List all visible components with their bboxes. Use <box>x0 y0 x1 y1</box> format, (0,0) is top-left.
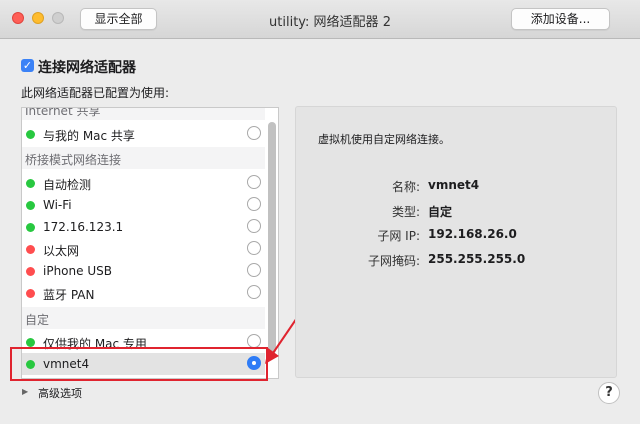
list-item-ip[interactable]: 172.16.123.1 <box>22 216 265 238</box>
disclosure-triangle-icon[interactable]: ▶ <box>22 387 28 396</box>
list-item-label: iPhone USB <box>43 264 112 278</box>
detail-row-subnet-mask: 子网掩码: 255.255.255.0 <box>296 252 618 270</box>
list-item-label: 与我的 Mac 共享 <box>43 129 135 143</box>
radio-button[interactable] <box>247 219 261 233</box>
annotation-highlight-box <box>10 347 268 381</box>
radio-button[interactable] <box>247 175 261 189</box>
radio-button[interactable] <box>247 126 261 140</box>
list-item-iphone-usb[interactable]: iPhone USB <box>22 260 265 282</box>
help-button[interactable]: ? <box>598 382 620 404</box>
radio-button[interactable] <box>247 241 261 255</box>
list-item-share-with-mac[interactable]: 与我的 Mac 共享 <box>22 123 265 145</box>
list-section-header-internet-sharing: Internet 共享 <box>22 108 265 120</box>
advanced-options-label[interactable]: 高级选项 <box>38 385 82 401</box>
radio-button[interactable] <box>247 334 261 348</box>
status-dot-icon <box>26 245 35 254</box>
radio-button[interactable] <box>247 285 261 299</box>
detail-key: 类型: <box>391 205 420 219</box>
detail-key: 名称: <box>391 180 420 194</box>
connect-adapter-label[interactable]: 连接网络适配器 <box>38 57 136 77</box>
list-item-label: 蓝牙 PAN <box>43 288 95 302</box>
detail-value: 255.255.255.0 <box>428 252 526 266</box>
detail-key: 子网 IP: <box>377 229 420 243</box>
status-dot-icon <box>26 289 35 298</box>
details-description: 虚拟机使用自定网络连接。 <box>318 133 450 146</box>
status-dot-icon <box>26 338 35 347</box>
detail-row-type: 类型: 自定 <box>296 203 618 221</box>
list-section-header-custom: 自定 <box>22 307 265 329</box>
list-item-bluetooth-pan[interactable]: 蓝牙 PAN <box>22 282 265 304</box>
list-item-label: Wi-Fi <box>43 198 72 212</box>
status-dot-icon <box>26 130 35 139</box>
window-title: utility: 网络适配器 2 <box>269 15 391 30</box>
radio-button[interactable] <box>247 197 261 211</box>
radio-button[interactable] <box>247 263 261 277</box>
detail-value: 自定 <box>428 205 453 219</box>
scrollbar-thumb[interactable] <box>268 122 276 354</box>
usage-label: 此网络适配器已配置为使用: <box>21 86 170 100</box>
show-all-button[interactable]: 显示全部 <box>80 8 157 30</box>
add-device-button[interactable]: 添加设备... <box>511 8 610 30</box>
status-dot-icon <box>26 223 35 232</box>
detail-row-subnet-ip: 子网 IP: 192.168.26.0 <box>296 227 618 245</box>
minimize-window-button[interactable] <box>32 12 44 24</box>
title-bar: 显示全部 utility: 网络适配器 2 添加设备... <box>0 0 640 39</box>
list-section-header-bridged: 桥接模式网络连接 <box>22 147 265 169</box>
list-section-header-label: 自定 <box>25 313 50 327</box>
network-list: Internet 共享 与我的 Mac 共享 桥接模式网络连接 自动检测 Wi-… <box>21 107 279 379</box>
status-dot-icon <box>26 179 35 188</box>
detail-row-name: 名称: vmnet4 <box>296 178 618 196</box>
connect-adapter-checkbox[interactable]: ✓ <box>21 59 34 72</box>
detail-key: 子网掩码: <box>367 254 420 268</box>
list-item-label: 自动检测 <box>43 178 92 192</box>
status-dot-icon <box>26 201 35 210</box>
list-item-label: 172.16.123.1 <box>43 220 124 234</box>
status-dot-icon <box>26 267 35 276</box>
list-item-wifi[interactable]: Wi-Fi <box>22 194 265 216</box>
list-item-autodetect[interactable]: 自动检测 <box>22 172 265 194</box>
list-section-header-label: Internet 共享 <box>25 107 101 118</box>
list-section-header-label: 桥接模式网络连接 <box>25 153 122 167</box>
details-panel: 虚拟机使用自定网络连接。 名称: vmnet4 类型: 自定 子网 IP: 19… <box>295 106 617 378</box>
detail-value: 192.168.26.0 <box>428 227 517 241</box>
close-window-button[interactable] <box>12 12 24 24</box>
list-item-label: 以太网 <box>43 244 80 258</box>
zoom-window-button[interactable] <box>52 12 64 24</box>
detail-value: vmnet4 <box>428 178 480 192</box>
list-item-ethernet[interactable]: 以太网 <box>22 238 265 260</box>
